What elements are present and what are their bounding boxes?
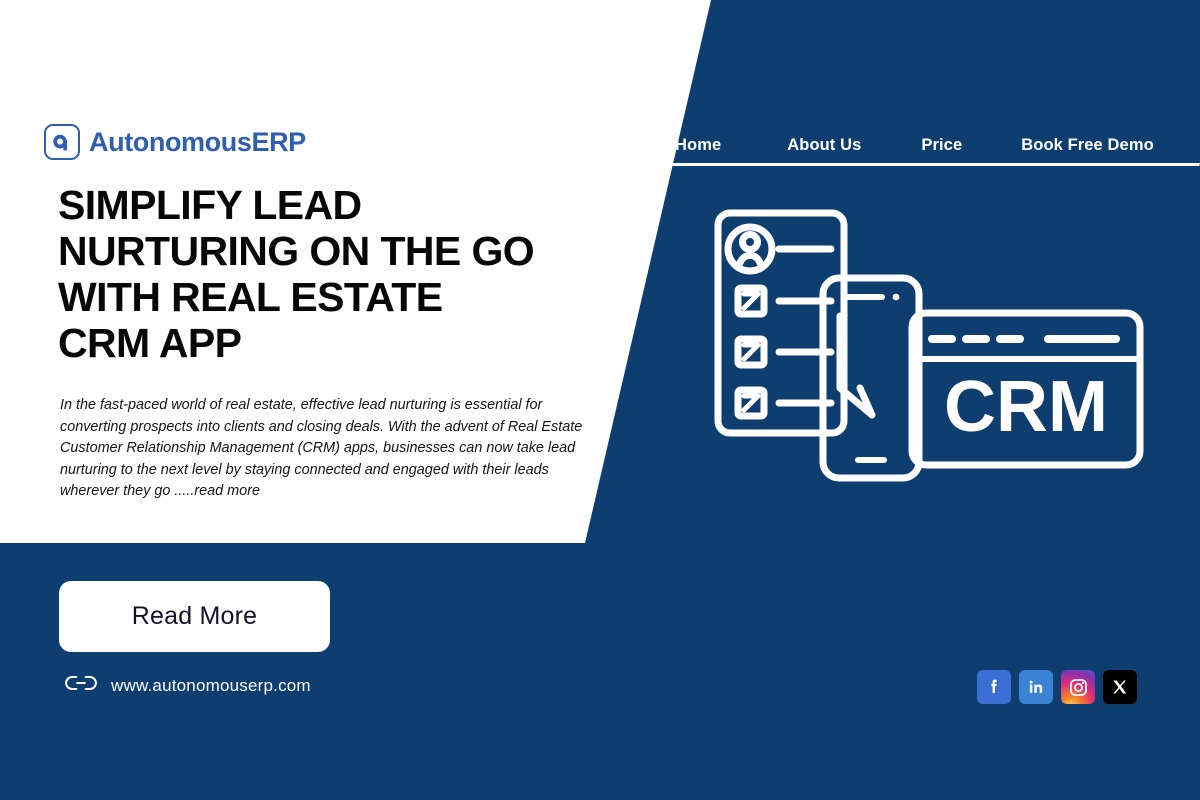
nav-item-home[interactable]: Home [675, 136, 721, 155]
website-url-text: www.autonomouserp.com [111, 675, 311, 695]
nav-item-book-free-demo[interactable]: Book Free Demo [1021, 136, 1154, 155]
promo-banner: Home About Us Price Book Free Demo Auton… [0, 0, 1200, 800]
brand-logo[interactable]: AutonomousERP [44, 124, 306, 160]
headline-line-2: NURTURING ON THE GO [58, 228, 535, 274]
crm-devices-illustration: CRM [700, 193, 1152, 498]
browser-crm-label: CRM [944, 367, 1108, 447]
main-navigation: Home About Us Price Book Free Demo [675, 125, 1180, 165]
read-more-button[interactable]: Read More [59, 581, 330, 652]
headline-line-3: WITH REAL ESTATE [58, 274, 443, 320]
website-url[interactable]: www.autonomouserp.com [64, 674, 311, 697]
page-title: SIMPLIFY LEAD NURTURING ON THE GO WITH REA… [58, 182, 638, 366]
brand-logo-text: AutonomousERP [89, 126, 306, 157]
instagram-icon[interactable] [1061, 670, 1095, 704]
facebook-icon[interactable] [977, 670, 1011, 704]
nav-item-about-us[interactable]: About Us [787, 136, 861, 155]
chain-link-icon [64, 674, 98, 697]
nav-item-price[interactable]: Price [921, 136, 962, 155]
hero-description: In the fast-paced world of real estate, … [60, 397, 583, 499]
headline-line-1: SIMPLIFY LEAD [58, 182, 362, 228]
headline-line-4: CRM APP [58, 320, 242, 366]
social-links [977, 670, 1137, 704]
x-twitter-icon[interactable] [1103, 670, 1137, 704]
autonomous-a-mark-icon [44, 124, 80, 160]
linkedin-icon[interactable] [1019, 670, 1053, 704]
